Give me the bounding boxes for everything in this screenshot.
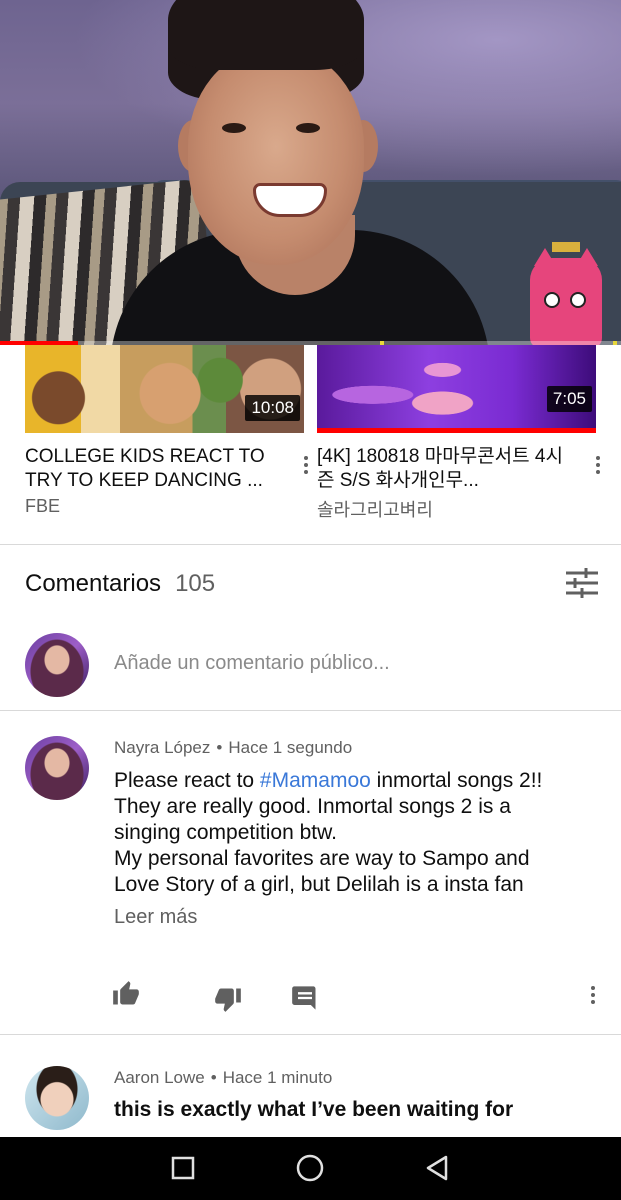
section-divider: [0, 710, 621, 711]
comments-title: Comentarios: [25, 570, 162, 597]
section-divider: [0, 544, 621, 545]
video-duration: 10:08: [245, 395, 300, 421]
related-video-card[interactable]: 10:08 COLLEGE KIDS REACT TO TRY TO KEEP …: [25, 345, 308, 517]
avatar[interactable]: [25, 633, 89, 697]
video-player[interactable]: [0, 0, 621, 345]
recents-square-icon[interactable]: [168, 1153, 198, 1183]
video-frame-person-hair-top: [168, 0, 364, 70]
add-comment-input[interactable]: Añade un comentario público...: [114, 652, 390, 675]
comment-text-part: Please react to: [114, 769, 260, 792]
more-vert-icon[interactable]: [588, 451, 608, 479]
comments-header: Comentarios 105: [25, 567, 215, 601]
toy-eye: [570, 292, 586, 308]
thumb-up-icon[interactable]: [112, 980, 140, 1008]
video-title[interactable]: [4K] 180818 마마무콘서트 4시즌 S/S 화사개인무...: [317, 445, 572, 493]
comment-author[interactable]: Nayra López: [114, 738, 210, 757]
video-thumbnail[interactable]: 7:05: [317, 345, 596, 433]
related-video-card[interactable]: 7:05 [4K] 180818 마마무콘서트 4시즌 S/S 화사개인무...…: [317, 345, 600, 522]
toy-eye: [544, 292, 560, 308]
comments-count: 105: [175, 570, 216, 597]
video-frame-person-eye: [222, 123, 246, 133]
video-channel[interactable]: FBE: [25, 496, 304, 517]
video-frame-pink-cat-toy: [530, 242, 602, 345]
video-frame-person-eye: [296, 123, 320, 133]
section-divider: [0, 1034, 621, 1035]
read-more-link[interactable]: Leer más: [114, 906, 197, 929]
comment-text: this is exactly what I’ve been waiting f…: [114, 1098, 514, 1121]
more-vert-icon[interactable]: [583, 981, 603, 1009]
sort-filter-icon[interactable]: [566, 568, 598, 598]
comment-time: Hace 1 segundo: [228, 738, 353, 757]
video-frame-person-mouth: [253, 183, 327, 217]
video-frame-person-face: [188, 50, 364, 265]
video-thumbnail[interactable]: 10:08: [25, 345, 304, 433]
video-channel[interactable]: 솔라그리고벼리: [317, 496, 596, 522]
comment-meta: Aaron Lowe • Hace 1 minuto: [114, 1068, 332, 1088]
back-triangle-icon[interactable]: [422, 1153, 452, 1183]
meta-separator: •: [210, 1068, 217, 1087]
video-title[interactable]: COLLEGE KIDS REACT TO TRY TO KEEP DANCIN…: [25, 445, 280, 493]
meta-separator: •: [216, 738, 223, 757]
home-circle-icon[interactable]: [295, 1153, 325, 1183]
more-vert-icon[interactable]: [296, 451, 316, 479]
video-duration: 7:05: [546, 386, 592, 412]
comment-time: Hace 1 minuto: [222, 1068, 333, 1087]
thumb-down-icon[interactable]: [214, 985, 242, 1013]
reply-icon[interactable]: [291, 984, 319, 1012]
comment-author[interactable]: Aaron Lowe: [114, 1068, 205, 1087]
toy-crown: [552, 242, 580, 252]
related-videos: 10:08 COLLEGE KIDS REACT TO TRY TO KEEP …: [0, 345, 621, 545]
hashtag-link[interactable]: #Mamamoo: [260, 769, 371, 792]
avatar[interactable]: [25, 1066, 89, 1130]
comment-text: Please react to #Mamamoo inmortal songs …: [114, 768, 574, 898]
system-nav-bar: [0, 1137, 621, 1200]
avatar[interactable]: [25, 736, 89, 800]
comment-text-part: My personal favorites are way to Sampo a…: [114, 847, 530, 896]
comment-meta: Nayra López • Hace 1 segundo: [114, 738, 352, 758]
